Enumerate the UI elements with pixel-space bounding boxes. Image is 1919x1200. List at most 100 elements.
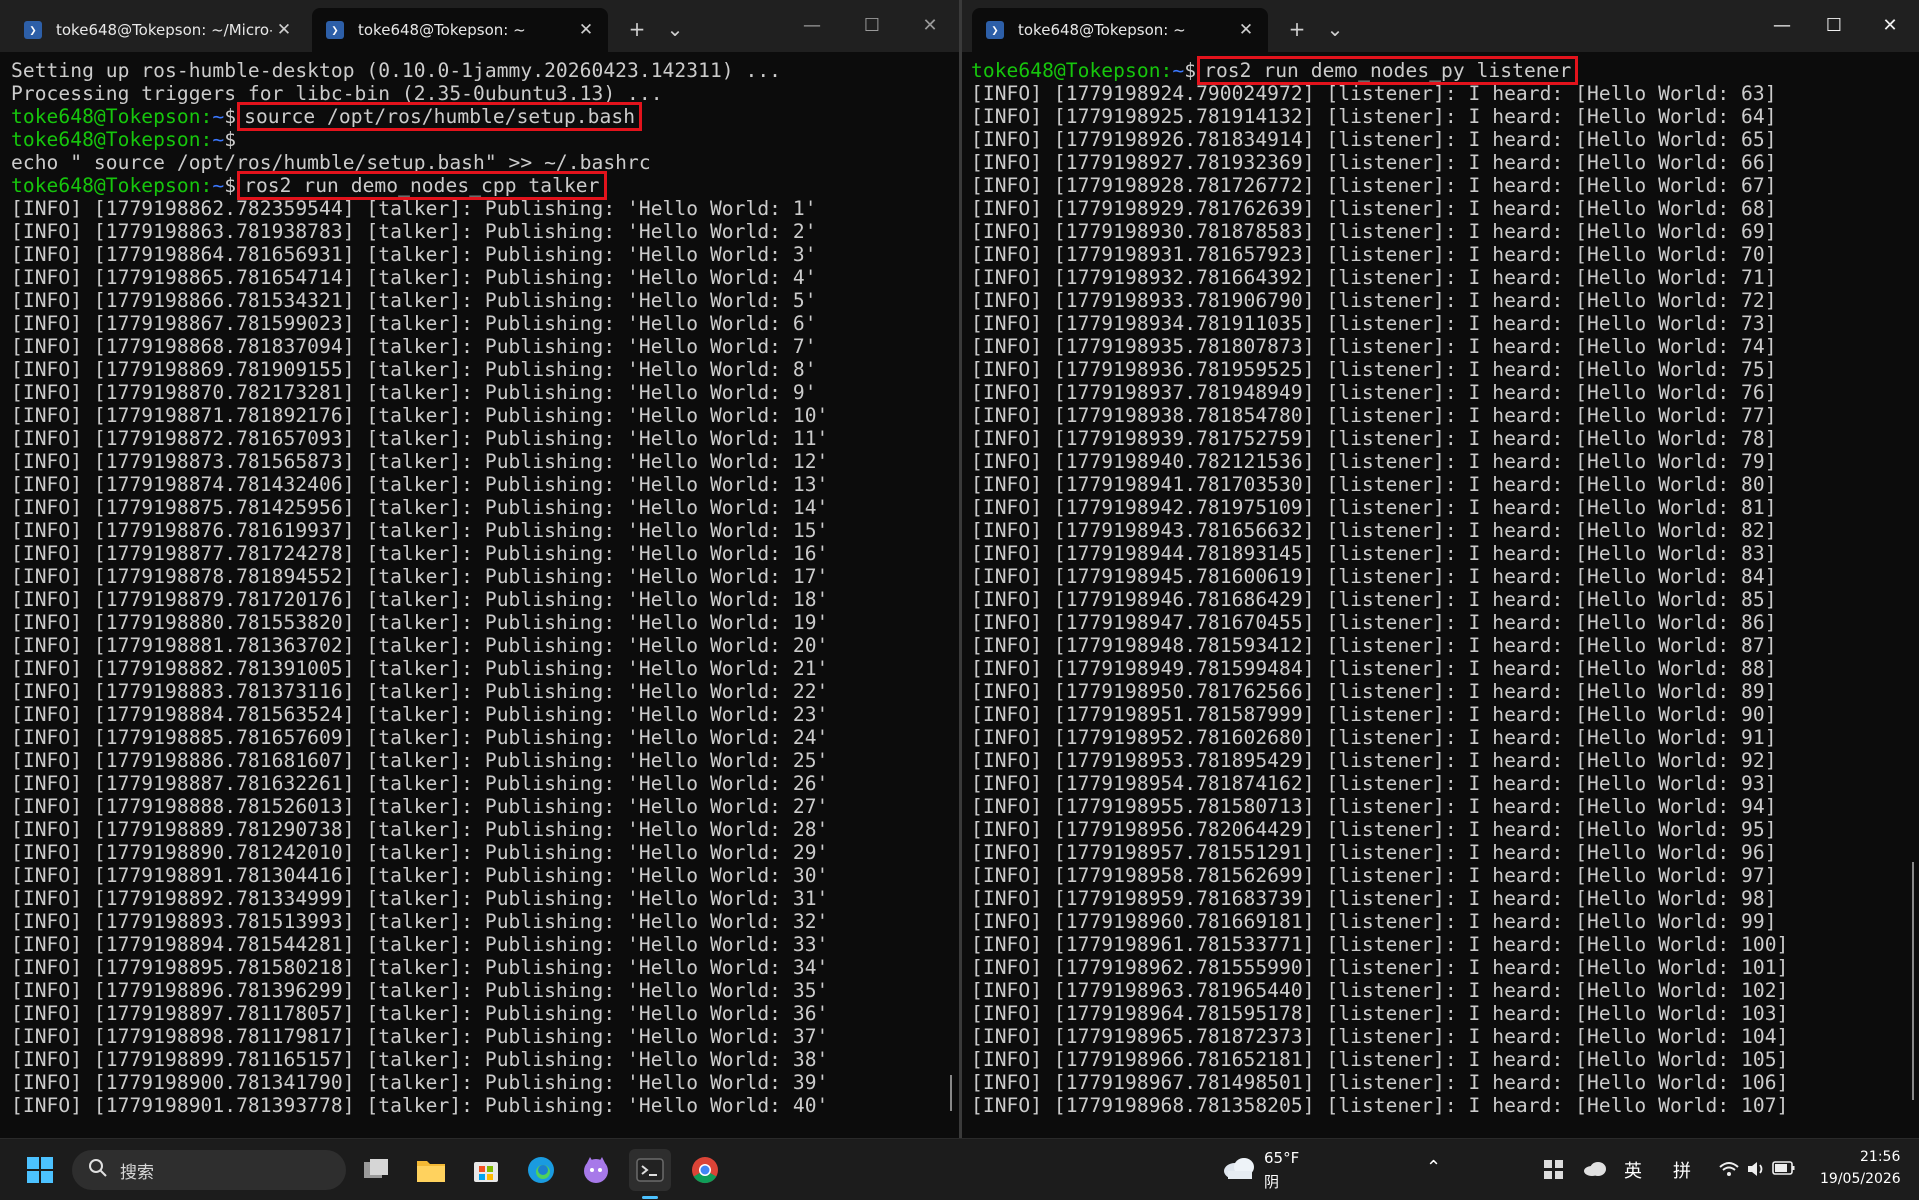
output-line: [INFO] [1779198869.781909155] [talker]: … <box>11 358 817 381</box>
prompt-path: ~ <box>212 105 225 128</box>
output-line: [INFO] [1779198884.781563524] [talker]: … <box>11 703 829 726</box>
tab-bar: ❯ toke648@Tokepson: ~/Micro-X ✕ ❯ toke64… <box>0 0 959 52</box>
battery-icon[interactable] <box>1772 1160 1796 1180</box>
powershell-icon: ❯ <box>986 21 1004 39</box>
output-line: [INFO] [1779198934.781911035] [listener]… <box>971 312 1777 335</box>
close-tab-icon[interactable]: ✕ <box>272 20 296 40</box>
weather-cloud-icon[interactable] <box>1222 1155 1256 1185</box>
output-line: [INFO] [1779198875.781425956] [talker]: … <box>11 496 829 519</box>
close-tab-icon[interactable]: ✕ <box>574 20 598 40</box>
output-line: [INFO] [1779198871.781892176] [talker]: … <box>11 404 829 427</box>
prompt-path: ~ <box>212 128 225 151</box>
terminal-output[interactable]: Setting up ros-humble-desktop (0.10.0-1j… <box>11 59 959 1138</box>
tab-home[interactable]: ❯ toke648@Tokepson: ~ ✕ <box>972 8 1268 52</box>
prompt-path: ~ <box>1172 59 1185 82</box>
output-line: [INFO] [1779198961.781533771] [listener]… <box>971 933 1789 956</box>
output-line: [INFO] [1779198889.781290738] [talker]: … <box>11 818 829 841</box>
windows-start-icon[interactable] <box>19 1149 61 1191</box>
output-line: [INFO] [1779198960.781669181] [listener]… <box>971 910 1777 933</box>
output-line: [INFO] [1779198939.781752759] [listener]… <box>971 427 1777 450</box>
close-window-button[interactable]: ✕ <box>1870 10 1910 40</box>
tab-title: toke648@Tokepson: ~/Micro-X <box>56 21 272 39</box>
output-line: [INFO] [1779198935.781807873] [listener]… <box>971 335 1777 358</box>
terminal-icon[interactable] <box>629 1149 671 1191</box>
output-line: [INFO] [1779198952.781602680] [listener]… <box>971 726 1777 749</box>
output-line: [INFO] [1779198886.781681607] [talker]: … <box>11 749 829 772</box>
output-line: [INFO] [1779198955.781580713] [listener]… <box>971 795 1777 818</box>
tab-home[interactable]: ❯ toke648@Tokepson: ~ ✕ <box>312 8 608 52</box>
output-line: [INFO] [1779198866.781534321] [talker]: … <box>11 289 817 312</box>
terminal-window-right[interactable]: ❯ toke648@Tokepson: ~ ✕ + ⌄ — ☐ ✕ toke64… <box>962 0 1919 1138</box>
edge-browser-icon[interactable] <box>520 1149 562 1191</box>
output-line: Setting up ros-humble-desktop (0.10.0-1j… <box>11 59 782 82</box>
chrome-icon[interactable] <box>684 1149 726 1191</box>
output-line: [INFO] [1779198957.781551291] [listener]… <box>971 841 1777 864</box>
prompt-user-host: toke648@Tokepson: <box>11 174 213 197</box>
close-window-button[interactable]: ✕ <box>910 10 950 40</box>
minimize-button[interactable]: — <box>1762 10 1802 40</box>
new-tab-button[interactable]: + <box>1282 14 1312 44</box>
prompt-user-host: toke648@Tokepson: <box>11 105 213 128</box>
tray-app-grid-icon[interactable] <box>1543 1159 1565 1185</box>
scrollbar-thumb[interactable] <box>1912 862 1914 1100</box>
output-line: [INFO] [1779198929.781762639] [listener]… <box>971 197 1777 220</box>
output-line: Processing triggers for libc-bin (2.35-0… <box>11 82 663 105</box>
tab-micro-x[interactable]: ❯ toke648@Tokepson: ~/Micro-X ✕ <box>10 8 306 52</box>
output-line: [INFO] [1779198958.781562699] [listener]… <box>971 864 1777 887</box>
output-line: [INFO] [1779198901.781393778] [talker]: … <box>11 1094 829 1117</box>
tab-dropdown-button[interactable]: ⌄ <box>660 14 690 44</box>
command-text: ros2 run demo_nodes_py listener <box>1197 56 1579 85</box>
onedrive-cloud-icon[interactable] <box>1583 1161 1607 1181</box>
task-view-icon[interactable] <box>355 1149 397 1191</box>
command-text: ros2 run demo_nodes_cpp talker <box>237 171 607 200</box>
wifi-icon[interactable] <box>1718 1159 1740 1183</box>
close-tab-icon[interactable]: ✕ <box>1234 20 1258 40</box>
output-line: [INFO] [1779198945.781600619] [listener]… <box>971 565 1777 588</box>
maximize-button[interactable]: ☐ <box>852 10 892 40</box>
clock-time[interactable]: 21:56 <box>1860 1149 1900 1165</box>
output-line: [INFO] [1779198949.781599484] [listener]… <box>971 657 1777 680</box>
tab-dropdown-button[interactable]: ⌄ <box>1320 14 1350 44</box>
tab-title: toke648@Tokepson: ~ <box>358 21 526 39</box>
output-line: [INFO] [1779198948.781593412] [listener]… <box>971 634 1777 657</box>
output-line: [INFO] [1779198938.781854780] [listener]… <box>971 404 1777 427</box>
command-text: source /opt/ros/humble/setup.bash <box>237 102 643 131</box>
output-line: [INFO] [1779198932.781664392] [listener]… <box>971 266 1777 289</box>
output-line: [INFO] [1779198936.781959525] [listener]… <box>971 358 1777 381</box>
clock-date[interactable]: 19/05/2026 <box>1820 1171 1901 1187</box>
volume-icon[interactable] <box>1746 1159 1766 1183</box>
output-line: [INFO] [1779198895.781580218] [talker]: … <box>11 956 829 979</box>
new-tab-button[interactable]: + <box>622 14 652 44</box>
output-line: [INFO] [1779198944.781893145] [listener]… <box>971 542 1777 565</box>
scrollbar-thumb[interactable] <box>950 1075 952 1111</box>
minimize-button[interactable]: — <box>792 10 832 40</box>
ime-mode-indicator[interactable]: 拼 <box>1673 1157 1691 1183</box>
output-line: [INFO] [1779198864.781656931] [talker]: … <box>11 243 817 266</box>
output-line: [INFO] [1779198870.782173281] [talker]: … <box>11 381 817 404</box>
cat-app-icon[interactable] <box>575 1149 617 1191</box>
ime-language-indicator[interactable]: 英 <box>1624 1157 1642 1183</box>
terminal-window-left[interactable]: ❯ toke648@Tokepson: ~/Micro-X ✕ ❯ toke64… <box>0 0 959 1138</box>
output-line: [INFO] [1779198896.781396299] [talker]: … <box>11 979 829 1002</box>
prompt-line: toke648@Tokepson:~$ ros2 run demo_nodes_c… <box>11 171 959 200</box>
tray-overflow-chevron-icon[interactable]: ⌃ <box>1426 1157 1441 1178</box>
output-line: [INFO] [1779198868.781837094] [talker]: … <box>11 335 817 358</box>
output-line: [INFO] [1779198928.781726772] [listener]… <box>971 174 1777 197</box>
prompt-line: toke648@Tokepson:~$ ros2 run demo_nodes_p… <box>971 56 1919 85</box>
output-line: [INFO] [1779198898.781179817] [talker]: … <box>11 1025 829 1048</box>
output-line: [INFO] [1779198950.781762566] [listener]… <box>971 680 1777 703</box>
tab-title: toke648@Tokepson: ~ <box>1018 21 1186 39</box>
output-line: [INFO] [1779198894.781544281] [talker]: … <box>11 933 829 956</box>
powershell-icon: ❯ <box>24 21 42 39</box>
output-line: [INFO] [1779198865.781654714] [talker]: … <box>11 266 817 289</box>
output-line: [INFO] [1779198931.781657923] [listener]… <box>971 243 1777 266</box>
output-line: [INFO] [1779198897.781178057] [talker]: … <box>11 1002 829 1025</box>
terminal-output[interactable]: toke648@Tokepson:~$ ros2 run demo_nodes_p… <box>971 56 1919 1138</box>
file-explorer-icon[interactable] <box>410 1149 452 1191</box>
output-line: [INFO] [1779198953.781895429] [listener]… <box>971 749 1777 772</box>
microsoft-store-icon[interactable] <box>465 1149 507 1191</box>
maximize-button[interactable]: ☐ <box>1814 10 1854 40</box>
output-line: [INFO] [1779198890.781242010] [talker]: … <box>11 841 829 864</box>
output-line: [INFO] [1779198963.781965440] [listener]… <box>971 979 1789 1002</box>
taskbar-search-box[interactable]: 搜索 <box>72 1150 346 1190</box>
